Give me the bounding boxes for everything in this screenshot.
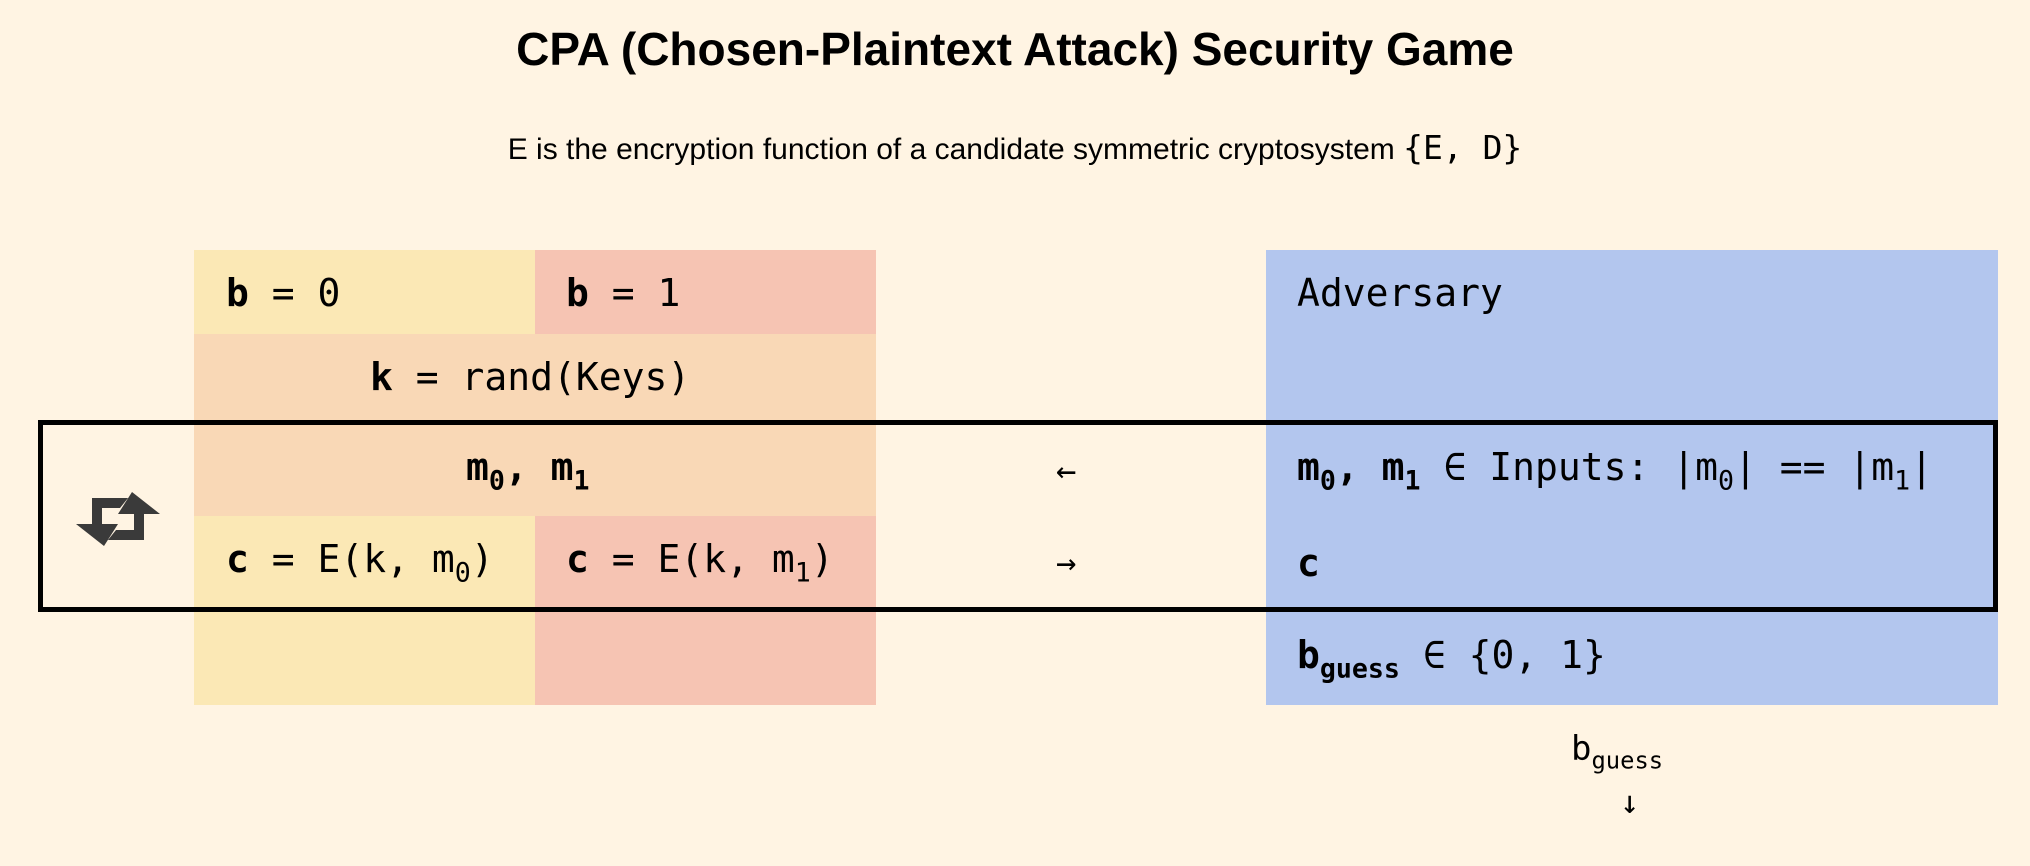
down-arrow: ↓	[1620, 783, 1640, 821]
page-title: CPA (Chosen-Plaintext Attack) Security G…	[516, 23, 1514, 75]
left-arrow: ←	[1056, 451, 1077, 491]
subtitle-encryption-symbol: E	[507, 133, 528, 166]
adversary-ciphertext-label: c	[1297, 541, 1320, 585]
adversary-label: Adversary	[1297, 271, 1503, 315]
repeat-icon	[72, 488, 164, 550]
adversary-chosen-messages: m0, m1 ∈ Inputs: |m0| == |m1|	[1297, 445, 1934, 497]
b-equals-0-label: b = 0	[226, 271, 341, 315]
adversary-guess-label: bguess ∈ {0, 1}	[1297, 633, 1606, 685]
right-arrow: →	[1056, 543, 1077, 583]
subtitle-text: is the encryption function of a candidat…	[527, 133, 1404, 166]
received-messages-label: m0, m1	[466, 445, 590, 497]
subtitle-cryptosystem: {E, D}	[1403, 128, 1523, 167]
key-generation-label: k = rand(Keys)	[370, 355, 691, 399]
ciphertext-b0-label: c = E(k, m0)	[226, 537, 494, 589]
ciphertext-b1-label: c = E(k, m1)	[566, 537, 834, 589]
output-guess-label: bguess	[1571, 729, 1664, 775]
subtitle: E is the encryption function of a candid…	[0, 128, 2030, 167]
b-equals-1-label: b = 1	[566, 271, 681, 315]
